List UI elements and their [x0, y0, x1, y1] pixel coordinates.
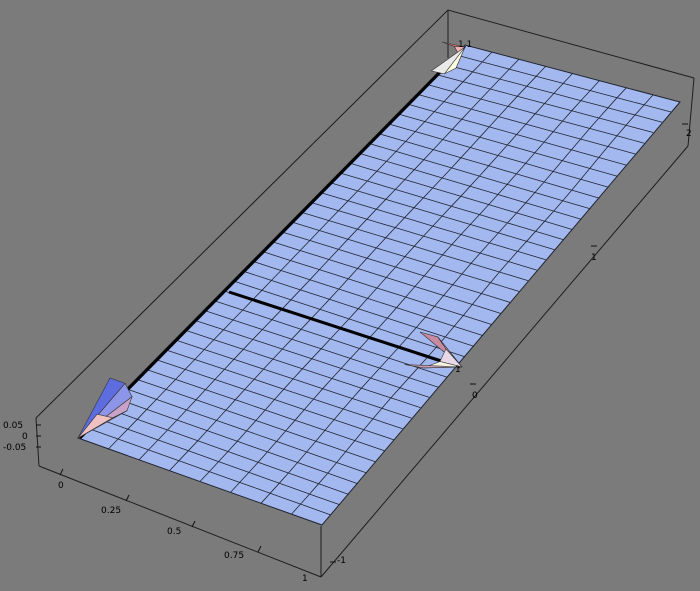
- z-axis: 0.05 0 -0.05: [3, 421, 41, 453]
- y-tick-label: 2: [686, 129, 692, 139]
- surface-fill: [77, 44, 681, 526]
- y-tick-label: 0: [472, 391, 478, 401]
- 3d-surface-plot: 1,1 1 0.05 0 -0.05 0 0.25 0.5 0.75 1 -1 …: [3, 9, 695, 584]
- y-tick-label: -1: [337, 556, 346, 566]
- surface-mesh: [77, 44, 681, 526]
- z-tick-label: -0.05: [3, 443, 26, 453]
- z-tick-label: 0: [22, 432, 28, 442]
- x-tick-mark: [125, 494, 130, 502]
- y-tick-label: 1: [591, 253, 597, 263]
- marker-label-mid: 1: [455, 365, 461, 375]
- x-tick-label: 0: [58, 481, 64, 491]
- z-tick-label: 0.05: [3, 421, 23, 431]
- x-tick-label: 1: [302, 574, 308, 584]
- x-tick-label: 0.75: [224, 551, 244, 561]
- x-tick-label: 0.25: [101, 506, 121, 516]
- marker-label-top: 1,1: [458, 40, 472, 50]
- x-tick-mark: [191, 520, 196, 528]
- x-tick-mark: [59, 468, 64, 476]
- x-tick-label: 0.5: [167, 527, 181, 537]
- x-tick-mark: [257, 545, 262, 553]
